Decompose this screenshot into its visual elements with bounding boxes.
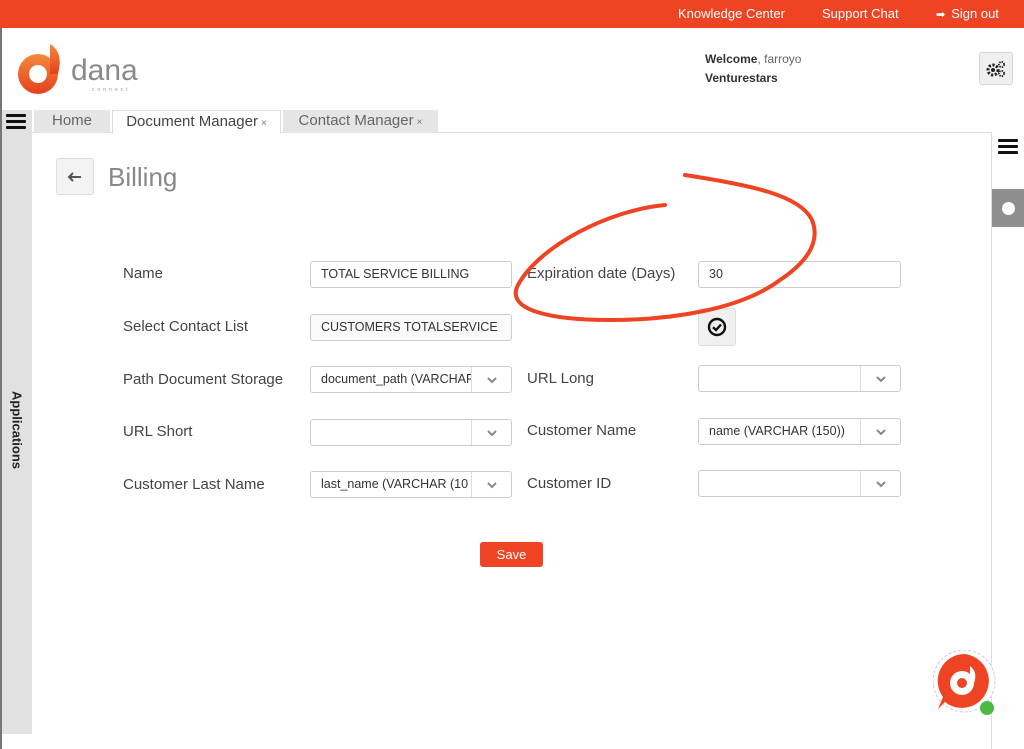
close-icon[interactable]: × (417, 117, 423, 128)
tab-home[interactable]: Home (34, 110, 110, 133)
expiration-label: Expiration date (Days) (527, 265, 676, 282)
support-chat-link[interactable]: Support Chat (822, 6, 899, 21)
applications-sidebar[interactable]: Applications (2, 110, 32, 734)
sign-out-label: Sign out (951, 6, 999, 21)
chevron-down-icon[interactable] (860, 366, 900, 391)
expiration-days-input[interactable]: 30 (698, 261, 901, 288)
tab-label: Home (51, 112, 92, 129)
select-contact-list-button[interactable] (698, 308, 736, 346)
dana-logo[interactable]: dana connect (14, 40, 154, 100)
name-input[interactable]: TOTAL SERVICE BILLING (310, 261, 512, 288)
welcome-block: Welcome, farroyo Venturestars (705, 50, 801, 88)
tab-contact-manager[interactable]: Contact Manager × (283, 110, 438, 133)
select-value (311, 420, 471, 445)
chevron-down-icon[interactable] (471, 367, 511, 392)
tab-label: Contact Manager (298, 112, 414, 129)
path-document-storage-select[interactable]: document_path (VARCHAR (310, 366, 512, 393)
right-menu-icon[interactable] (998, 139, 1018, 155)
name-label: Name (123, 265, 164, 282)
customer-name-label: Customer Name (527, 422, 637, 439)
welcome-label: Welcome (705, 52, 758, 66)
select-value: document_path (VARCHAR (321, 372, 471, 386)
gears-icon (986, 60, 1005, 77)
url-long-select[interactable] (698, 365, 901, 392)
path-document-storage-label: Path Document Storage (123, 371, 284, 388)
chevron-down-icon[interactable] (471, 472, 511, 497)
knowledge-center-link[interactable]: Knowledge Center (678, 6, 785, 21)
sign-out-icon: ➡ (936, 9, 946, 21)
back-arrow-icon (67, 171, 81, 182)
top-bar: Knowledge Center Support Chat ➡ Sign out (0, 0, 1024, 28)
customer-id-label: Customer ID (527, 475, 612, 492)
save-button[interactable]: Save (480, 542, 543, 567)
applications-label[interactable]: Applications (4, 385, 30, 475)
back-button[interactable] (56, 158, 94, 195)
check-circle-icon (707, 317, 727, 337)
logo-subtext: connect (92, 87, 131, 93)
close-icon[interactable]: × (261, 118, 267, 129)
hamburger-icon[interactable] (6, 114, 26, 130)
select-value: last_name (VARCHAR (10 (321, 477, 469, 491)
annotation-circle (513, 173, 817, 323)
sign-out-link[interactable]: ➡ Sign out (936, 6, 999, 21)
right-panel-toggle[interactable] (992, 189, 1024, 227)
url-short-label: URL Short (123, 423, 193, 440)
select-value (699, 366, 860, 391)
page-title: Billing (108, 162, 178, 192)
chevron-down-icon[interactable] (860, 419, 900, 444)
url-short-select[interactable] (310, 419, 512, 446)
header: dana connect Welcome, farroyo Venturesta… (2, 28, 1024, 110)
company-name: Venturestars (705, 71, 778, 85)
chat-widget-button[interactable] (932, 649, 999, 716)
customer-last-name-select[interactable]: last_name (VARCHAR (10 (310, 471, 512, 498)
customer-last-name-label: Customer Last Name (123, 476, 265, 493)
contact-list-label: Select Contact List (123, 318, 249, 335)
online-status-dot (980, 701, 994, 715)
tab-bar: Home Document Manager × Contact Manager × (32, 110, 992, 134)
select-value (699, 471, 860, 496)
welcome-user: , farroyo (757, 52, 802, 66)
customer-id-select[interactable] (698, 470, 901, 497)
tab-label: Document Manager (126, 113, 258, 130)
tab-document-manager[interactable]: Document Manager × (112, 110, 281, 134)
settings-button[interactable] (979, 52, 1013, 85)
logo-text: dana (71, 54, 138, 87)
chevron-down-icon[interactable] (471, 420, 511, 445)
url-long-label: URL Long (527, 370, 594, 387)
customer-name-select[interactable]: name (VARCHAR (150)) (698, 418, 901, 445)
select-value: name (VARCHAR (150)) (709, 424, 845, 438)
contact-list-input[interactable]: CUSTOMERS TOTALSERVICE (310, 314, 512, 341)
chevron-down-icon[interactable] (860, 471, 900, 496)
circle-icon (1001, 201, 1015, 215)
